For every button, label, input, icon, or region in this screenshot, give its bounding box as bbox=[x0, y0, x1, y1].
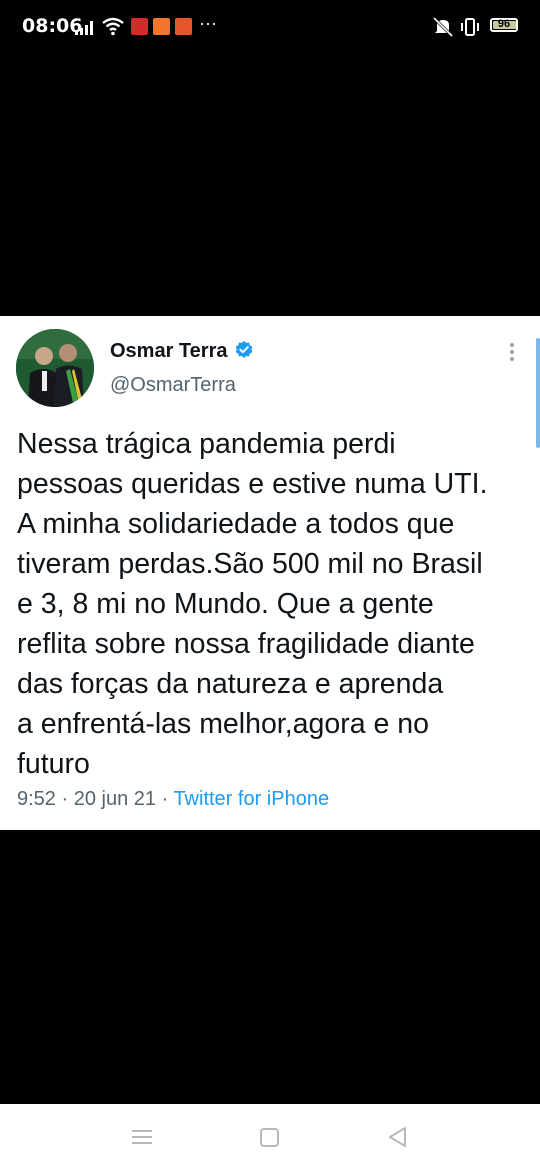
verified-badge-icon bbox=[235, 340, 253, 358]
tweet-time[interactable]: 9:52 bbox=[17, 788, 56, 810]
signal-icon bbox=[75, 21, 93, 35]
tweet-text: Nessa trágica pandemia perdi pessoas que… bbox=[17, 424, 532, 784]
more-vertical-icon[interactable] bbox=[508, 340, 516, 364]
tweet-text-line: tiveram perdas.São 500 mil no Brasil bbox=[17, 548, 483, 580]
tweet-text-line: reflita sobre nossa fragilidade diante bbox=[17, 628, 475, 660]
status-time: 08:06 bbox=[22, 15, 83, 37]
tweet-text-line: pessoas queridas e estive numa UTI. bbox=[17, 468, 488, 500]
tweet-text-line: a enfrentá-las melhor,agora e no bbox=[17, 708, 429, 740]
battery-level: 96 bbox=[497, 18, 511, 30]
tweet-card[interactable]: Osmar Terra @OsmarTerra Nessa trágica pa… bbox=[0, 316, 540, 830]
scrollbar[interactable] bbox=[536, 338, 540, 448]
tweet-text-line: futuro bbox=[17, 748, 90, 780]
display-name[interactable]: Osmar Terra bbox=[110, 340, 227, 363]
notification-app-icon bbox=[131, 18, 148, 35]
more-notifications-icon: ··· bbox=[199, 13, 217, 33]
notification-app-icon bbox=[153, 18, 170, 35]
tweet-text-line: A minha solidariedade a todos que bbox=[17, 508, 455, 540]
menu-icon[interactable] bbox=[129, 1124, 155, 1150]
home-icon[interactable] bbox=[257, 1124, 283, 1150]
battery-icon: 96 bbox=[490, 18, 518, 32]
navigation-bar bbox=[0, 1104, 540, 1170]
user-handle[interactable]: @OsmarTerra bbox=[110, 374, 236, 397]
back-icon[interactable] bbox=[385, 1124, 411, 1150]
wifi-icon bbox=[102, 17, 124, 36]
meta-separator: · bbox=[156, 788, 174, 810]
tweet-text-line: Nessa trágica pandemia perdi bbox=[17, 428, 396, 460]
tweet-meta: 9:52 · 20 jun 21 · Twitter for iPhone bbox=[17, 788, 329, 811]
avatar[interactable] bbox=[16, 329, 94, 407]
status-bar: 08:06 ··· 96 bbox=[0, 0, 540, 56]
tweet-text-line: e 3, 8 mi no Mundo. Que a gente bbox=[17, 588, 434, 620]
tweet-text-line: das forças da natureza e aprenda bbox=[17, 668, 444, 700]
mute-icon bbox=[432, 17, 454, 37]
tweet-source[interactable]: Twitter for iPhone bbox=[173, 788, 329, 810]
tweet-date[interactable]: 20 jun 21 bbox=[74, 788, 156, 810]
vibrate-icon bbox=[461, 18, 479, 36]
meta-separator: · bbox=[55, 788, 74, 810]
gmail-icon bbox=[175, 18, 192, 35]
